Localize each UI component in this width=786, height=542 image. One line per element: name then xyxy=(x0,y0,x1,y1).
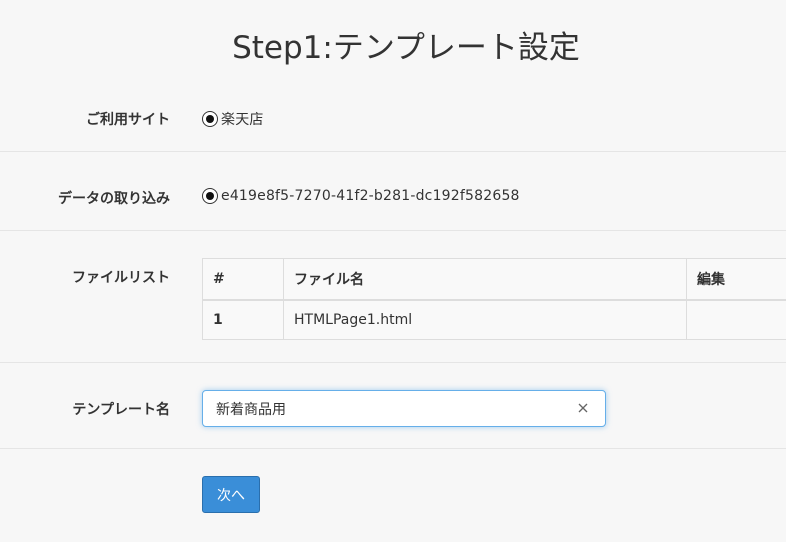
site-radio-button[interactable] xyxy=(202,111,218,127)
file-list-label: ファイルリスト xyxy=(72,270,170,286)
site-radio-option[interactable]: 楽天店 xyxy=(202,109,264,129)
import-radio-button[interactable] xyxy=(202,188,218,204)
site-label: ご利用サイト xyxy=(86,112,170,128)
template-name-input[interactable] xyxy=(203,391,563,426)
column-header-edit: 編集 xyxy=(686,258,786,301)
column-header-file-name: ファイル名 xyxy=(283,258,687,301)
table-row: 1 HTMLPage1.html xyxy=(202,299,786,340)
divider xyxy=(0,362,786,363)
next-button[interactable]: 次へ xyxy=(202,476,260,513)
file-edit-cell[interactable] xyxy=(686,299,786,340)
file-number-cell: 1 xyxy=(202,299,284,340)
template-name-label: テンプレート名 xyxy=(72,402,170,418)
divider xyxy=(0,230,786,231)
site-radio-label: 楽天店 xyxy=(221,112,264,128)
close-icon[interactable] xyxy=(575,400,591,416)
divider xyxy=(0,151,786,152)
import-radio-label: e419e8f5-7270-41f2-b281-dc192f582658 xyxy=(221,188,520,204)
template-name-field[interactable] xyxy=(202,390,606,427)
page-title: Step1:テンプレート設定 xyxy=(232,30,580,66)
radio-selected-dot-icon xyxy=(206,192,214,200)
column-header-number: # xyxy=(202,258,284,301)
divider xyxy=(0,448,786,449)
table-header-row: # ファイル名 編集 xyxy=(202,258,786,301)
step1-template-settings-page: Step1:テンプレート設定 ご利用サイト 楽天店 データの取り込み e419e… xyxy=(0,0,786,542)
import-label: データの取り込み xyxy=(58,191,170,207)
radio-selected-dot-icon xyxy=(206,115,214,123)
import-radio-option[interactable]: e419e8f5-7270-41f2-b281-dc192f582658 xyxy=(202,188,520,204)
file-name-cell: HTMLPage1.html xyxy=(283,299,687,340)
file-list-table: # ファイル名 編集 1 HTMLPage1.html xyxy=(202,258,786,340)
